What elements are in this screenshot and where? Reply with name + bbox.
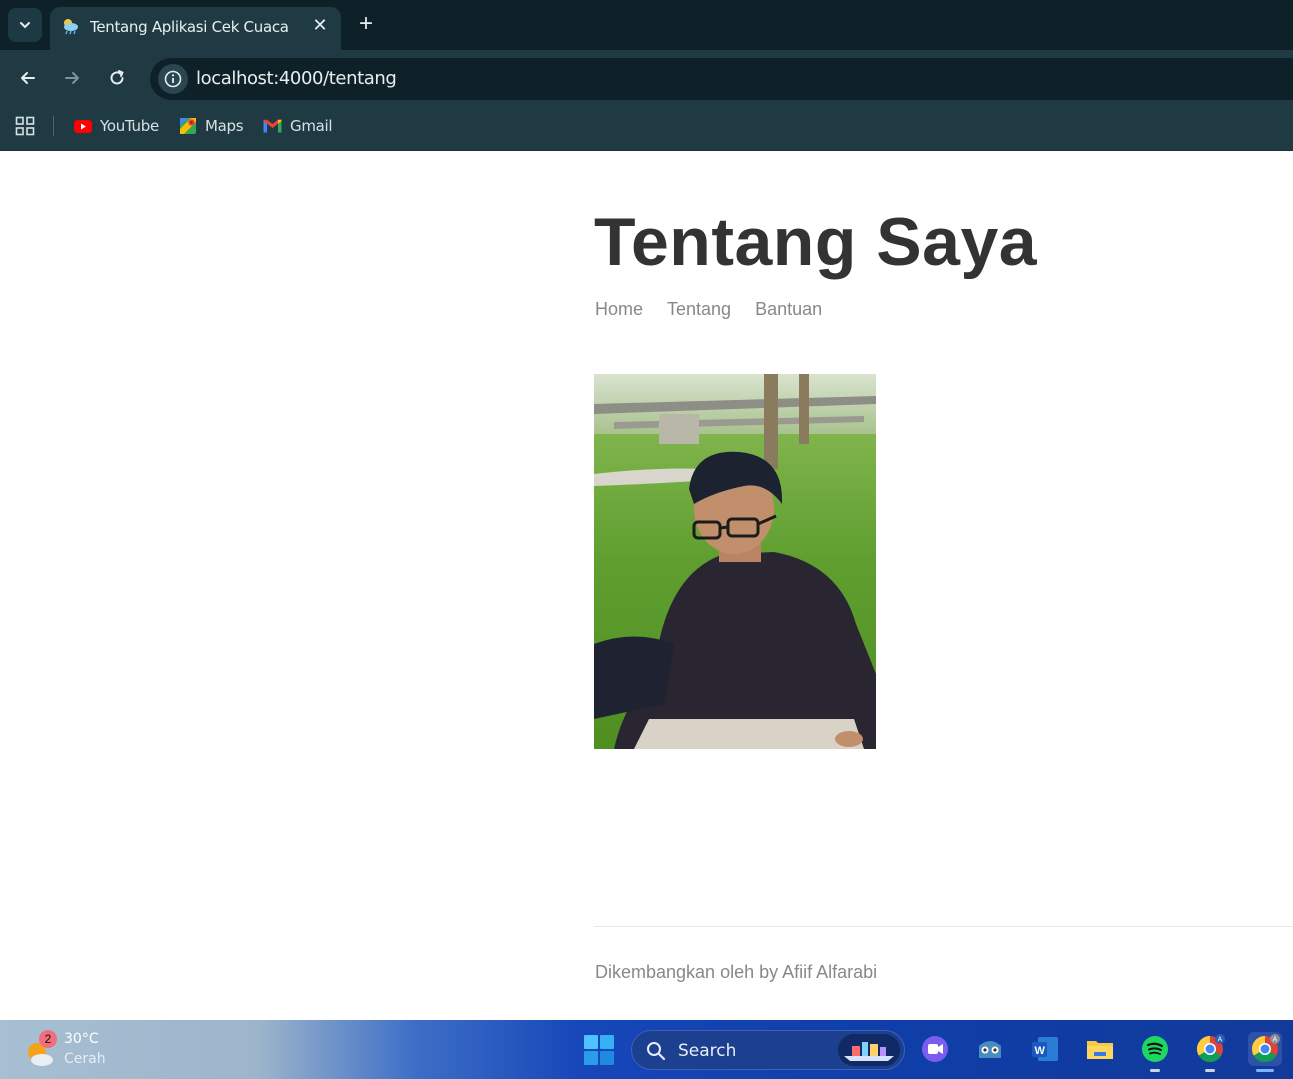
active-tab[interactable]: Tentang Aplikasi Cek Cuaca ✕ [50,7,341,50]
running-indicator [1150,1069,1160,1072]
bookmark-label: Maps [205,117,244,135]
reload-icon [110,70,124,85]
bookmarks-divider [53,116,54,136]
weather-icon [64,19,78,35]
windows-start-icon[interactable] [583,1034,615,1066]
tab-strip: Tentang Aplikasi Cek Cuaca ✕ + [0,0,1293,50]
profile-photo [594,374,876,749]
chrome-icon: A [1251,1034,1280,1063]
close-tab-icon[interactable]: ✕ [311,16,329,34]
tab-search-button[interactable] [8,8,42,42]
weather-temperature: 30°C [64,1031,99,1047]
url-text[interactable]: localhost:4000/tentang [196,68,397,89]
tab-title: Tentang Aplikasi Cek Cuaca [90,18,289,36]
active-indicator [1256,1069,1274,1072]
weather-widget[interactable]: 2 30°C Cerah [24,1028,124,1072]
running-indicator [1205,1069,1215,1072]
search-icon [647,1042,666,1061]
bookmark-gmail[interactable]: Gmail [263,114,333,138]
taskbar-app-word[interactable]: W [1028,1032,1062,1066]
taskbar-search[interactable]: Search [631,1030,905,1070]
search-label: Search [678,1041,737,1061]
taskbar-app-file-explorer[interactable] [1083,1032,1117,1066]
meet-icon [922,1036,948,1062]
notification-badge: 2 [39,1030,57,1048]
youtube-icon [74,119,92,133]
nav-link-home[interactable]: Home [595,299,643,320]
site-info-button[interactable] [158,64,188,94]
taskbar-app-godot[interactable] [973,1032,1007,1066]
arrow-left-icon [21,72,35,84]
nav-link-bantuan[interactable]: Bantuan [755,299,822,320]
address-bar[interactable]: localhost:4000/tentang [150,58,1293,100]
apps-grid-icon[interactable] [15,116,35,136]
reload-button[interactable] [103,64,131,92]
info-icon [164,70,182,88]
file-explorer-icon [1087,1041,1113,1059]
taskbar-app-chrome-active[interactable]: A [1248,1032,1282,1072]
taskbar-app-spotify[interactable] [1138,1032,1172,1072]
bookmarks-bar: YouTube Maps Gmail [0,108,1293,151]
bookmark-label: Gmail [290,117,333,135]
svg-text:W: W [1035,1045,1046,1057]
footer-text: Dikembangkan oleh by Afiif Alfarabi [595,962,878,982]
web-page: Tentang Saya Home Tentang Bantuan Dikemb… [0,151,1293,1020]
forward-button[interactable] [58,64,86,92]
svg-text:A: A [1218,1037,1223,1044]
back-button[interactable] [14,64,42,92]
arrow-right-icon [65,72,79,84]
bookmark-youtube[interactable]: YouTube [74,114,159,138]
nav-link-tentang[interactable]: Tentang [667,299,731,320]
browser-toolbar: localhost:4000/tentang [0,50,1293,108]
maps-icon [180,118,196,134]
weather-condition: Cerah [64,1051,106,1067]
chrome-icon: A [1196,1034,1225,1063]
svg-text:A: A [1273,1037,1278,1044]
page-title: Tentang Saya [594,204,1038,280]
site-nav: Home Tentang Bantuan [595,299,822,320]
bookmark-maps[interactable]: Maps [179,114,244,138]
gmail-icon [263,119,282,133]
windows-taskbar: 2 30°C Cerah Search W A A [0,1020,1293,1079]
search-highlight-icon [838,1034,900,1066]
taskbar-app-meet[interactable] [918,1032,952,1066]
spotify-icon [1142,1036,1168,1062]
taskbar-app-chrome[interactable]: A [1193,1032,1227,1072]
chevron-down-icon [20,22,30,29]
word-icon: W [1032,1037,1058,1061]
new-tab-button[interactable]: + [352,11,380,39]
footer-divider [594,926,1293,927]
bookmark-label: YouTube [100,117,159,135]
godot-icon [979,1041,1001,1058]
